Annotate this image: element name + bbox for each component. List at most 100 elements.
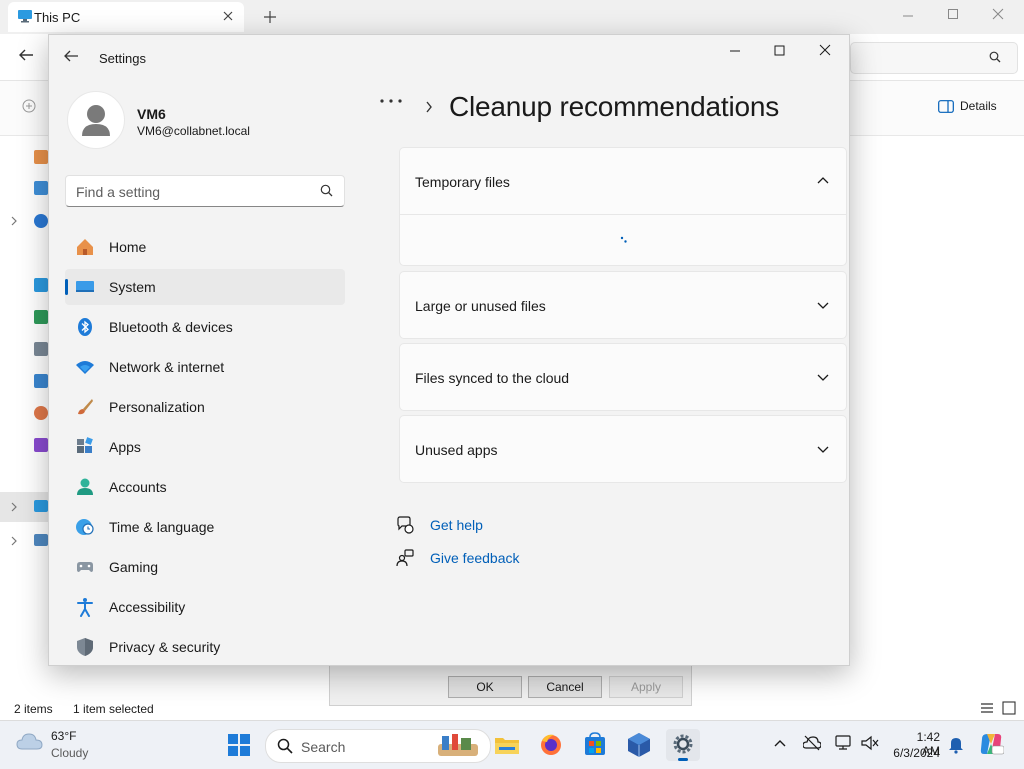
sidebar-item-personalization[interactable]: Personalization [65, 389, 345, 425]
get-help-link[interactable]: Get help [430, 517, 483, 533]
card-large-unused-files[interactable]: Large or unused files [399, 271, 847, 339]
details-pane-icon [938, 99, 954, 113]
ok-button[interactable]: OK [448, 676, 522, 698]
start-button[interactable] [222, 729, 256, 761]
sidebar-item-time-language[interactable]: Time & language [65, 509, 345, 545]
expand-chevron-icon[interactable] [10, 216, 18, 226]
sidebar-item-accessibility[interactable]: Accessibility [65, 589, 345, 625]
minimize-icon[interactable] [719, 41, 751, 61]
settings-taskbar-icon[interactable] [666, 729, 700, 761]
sidebar-item-home[interactable]: Home [65, 229, 345, 265]
volume-muted-icon[interactable] [861, 735, 879, 751]
get-help-icon [396, 516, 414, 534]
firefox-icon[interactable] [534, 729, 568, 761]
breadcrumb-more-button[interactable] [379, 97, 403, 105]
status-item-count: 2 items [14, 702, 53, 716]
new-item-icon[interactable] [22, 99, 36, 113]
virtualbox-icon[interactable] [622, 729, 656, 761]
sidebar-item-label: Apps [109, 439, 141, 455]
weather-temperature[interactable]: 63°F [51, 729, 76, 743]
this-pc-icon [34, 500, 48, 512]
show-hidden-icons-chevron-icon[interactable] [774, 738, 786, 748]
give-feedback-icon [396, 549, 414, 567]
sidebar-item-accounts[interactable]: Accounts [65, 469, 345, 505]
avatar[interactable] [67, 91, 125, 149]
sidebar-item-label: Gaming [109, 559, 159, 575]
maximize-icon[interactable] [763, 41, 795, 61]
card-files-synced-cloud[interactable]: Files synced to the cloud [399, 343, 847, 411]
explorer-back-icon[interactable] [18, 48, 34, 62]
onedrive-icon[interactable] [34, 214, 48, 228]
downloads-folder-icon[interactable] [34, 310, 48, 324]
explorer-close-icon[interactable] [992, 8, 1004, 20]
system-icon [75, 277, 95, 297]
card-temporary-files[interactable]: Temporary files [399, 147, 847, 215]
expand-chevron-icon[interactable] [10, 502, 18, 512]
weather-condition[interactable]: Cloudy [51, 746, 88, 760]
videos-folder-icon[interactable] [34, 438, 48, 452]
explorer-tab[interactable]: This PC [8, 2, 244, 32]
gamepad-icon [75, 557, 95, 577]
expand-chevron-icon[interactable] [10, 536, 18, 546]
new-tab-icon[interactable] [263, 10, 277, 24]
chevron-up-icon [816, 176, 830, 186]
gallery-icon[interactable] [34, 181, 48, 195]
sidebar-item-network[interactable]: Network & internet [65, 349, 345, 385]
sidebar-item-label: Home [109, 239, 147, 255]
documents-folder-icon[interactable] [34, 342, 48, 356]
sidebar-item-system[interactable]: System [65, 269, 345, 305]
card-label: Unused apps [415, 442, 498, 458]
desktop-folder-icon[interactable] [34, 278, 48, 292]
close-icon[interactable] [809, 41, 841, 61]
vpn-off-icon[interactable] [803, 735, 821, 751]
this-pc-nav-item[interactable] [0, 492, 48, 522]
apps-icon [75, 437, 95, 457]
sidebar-item-label: Network & internet [109, 359, 225, 375]
search-input[interactable]: Find a setting [65, 175, 345, 207]
sidebar-item-label: System [109, 279, 156, 295]
copilot-icon[interactable] [978, 731, 1004, 757]
sidebar-item-gaming[interactable]: Gaming [65, 549, 345, 585]
sidebar-item-bluetooth[interactable]: Bluetooth & devices [65, 309, 345, 345]
sidebar-item-label: Time & language [109, 519, 215, 535]
search-icon [277, 738, 293, 754]
taskbar: 63°F Cloudy Search 1:42 AM 6/3/2024 [0, 720, 1024, 769]
taskbar-search-label: Search [301, 739, 346, 755]
sidebar-item-label: Accessibility [109, 599, 186, 615]
give-feedback-link[interactable]: Give feedback [430, 550, 520, 566]
accounts-icon [75, 477, 95, 497]
network-status-icon[interactable] [835, 735, 853, 751]
tiles-view-icon[interactable] [1002, 701, 1016, 715]
details-view-icon[interactable] [980, 702, 994, 714]
details-label: Details [960, 99, 997, 113]
explorer-search-box[interactable] [850, 42, 1018, 74]
file-explorer-taskbar-icon[interactable] [490, 729, 524, 761]
clock-date[interactable]: 6/3/2024 [890, 746, 940, 760]
pictures-folder-icon[interactable] [34, 374, 48, 388]
this-pc-icon [17, 9, 33, 23]
card-unused-apps[interactable]: Unused apps [399, 415, 847, 483]
notification-bell-icon[interactable] [948, 736, 964, 754]
network-icon[interactable] [34, 534, 48, 546]
details-pane-button[interactable]: Details [938, 99, 997, 113]
close-tab-icon[interactable] [222, 10, 234, 22]
search-icon [320, 184, 333, 197]
chevron-down-icon [816, 444, 830, 454]
cloudy-weather-icon[interactable] [16, 731, 44, 751]
sidebar-item-apps[interactable]: Apps [65, 429, 345, 465]
explorer-minimize-icon[interactable] [902, 10, 914, 22]
apply-button[interactable]: Apply [609, 676, 683, 698]
active-app-indicator [678, 758, 688, 761]
explorer-search-icon [989, 51, 1001, 63]
home-folder-icon[interactable] [34, 150, 48, 164]
taskbar-search-box[interactable]: Search [265, 729, 491, 763]
cancel-button[interactable]: Cancel [528, 676, 602, 698]
loading-spinner-icon [620, 236, 628, 244]
page-title: Cleanup recommendations [449, 91, 780, 122]
sidebar-item-label: Accounts [109, 479, 167, 495]
explorer-maximize-icon[interactable] [947, 8, 959, 20]
music-folder-icon[interactable] [34, 406, 48, 420]
back-arrow-icon[interactable] [63, 49, 85, 67]
sidebar-item-privacy-security[interactable]: Privacy & security [65, 629, 345, 665]
microsoft-store-icon[interactable] [578, 729, 612, 761]
